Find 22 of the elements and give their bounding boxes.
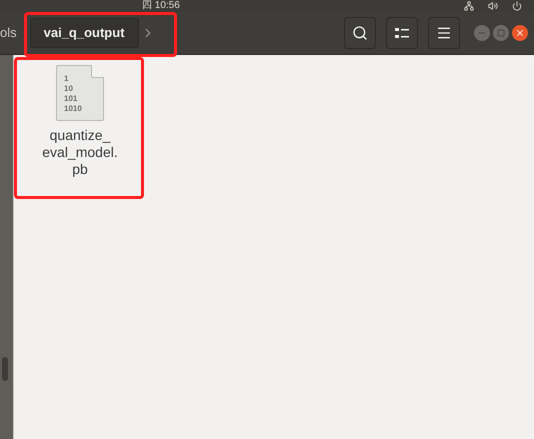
path-button[interactable]: vai_q_output: [30, 18, 139, 48]
file-name: quantize_ eval_model. pb: [42, 127, 118, 178]
clock: 四 10:56: [142, 0, 180, 11]
menu-icon: [436, 25, 452, 41]
close-button[interactable]: [512, 25, 528, 41]
power-icon[interactable]: [512, 1, 522, 11]
binary-digits: 1010: [64, 104, 83, 114]
path-button[interactable]: ols: [0, 18, 30, 48]
binary-digits: 1: [64, 74, 70, 84]
binary-digits: 10: [64, 84, 74, 94]
network-icon[interactable]: [464, 1, 474, 11]
list-view-icon: [395, 27, 409, 39]
search-button[interactable]: [344, 17, 376, 49]
scrollbar-thumb[interactable]: [2, 357, 8, 381]
square-icon: [497, 29, 505, 37]
file-item[interactable]: 1 10 101 1010 quantize_ eval_model. pb: [22, 63, 138, 178]
view-button[interactable]: [386, 17, 418, 49]
volume-icon[interactable]: [488, 1, 498, 11]
menu-button[interactable]: [428, 17, 460, 49]
search-icon: [352, 25, 368, 41]
close-icon: [515, 28, 525, 38]
binary-digits: 101: [64, 94, 78, 104]
